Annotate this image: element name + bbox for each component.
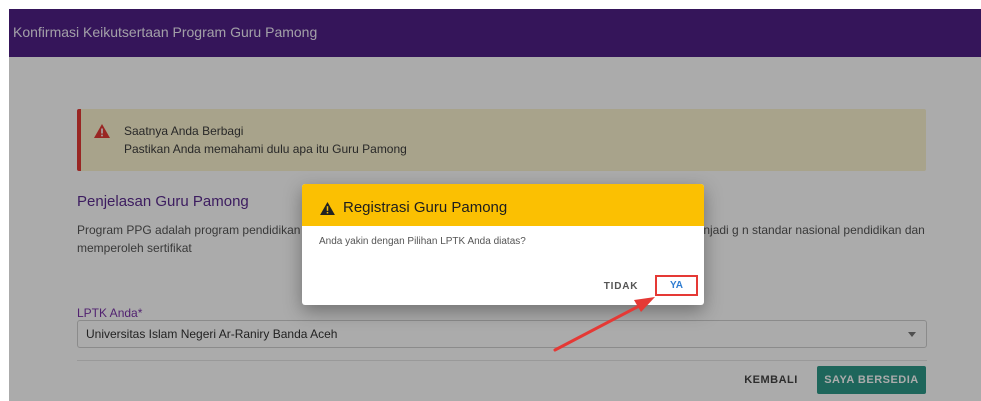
annotation-arrow [553, 297, 655, 352]
app-frame: Konfirmasi Keikutsertaan Program Guru Pa… [9, 9, 981, 401]
